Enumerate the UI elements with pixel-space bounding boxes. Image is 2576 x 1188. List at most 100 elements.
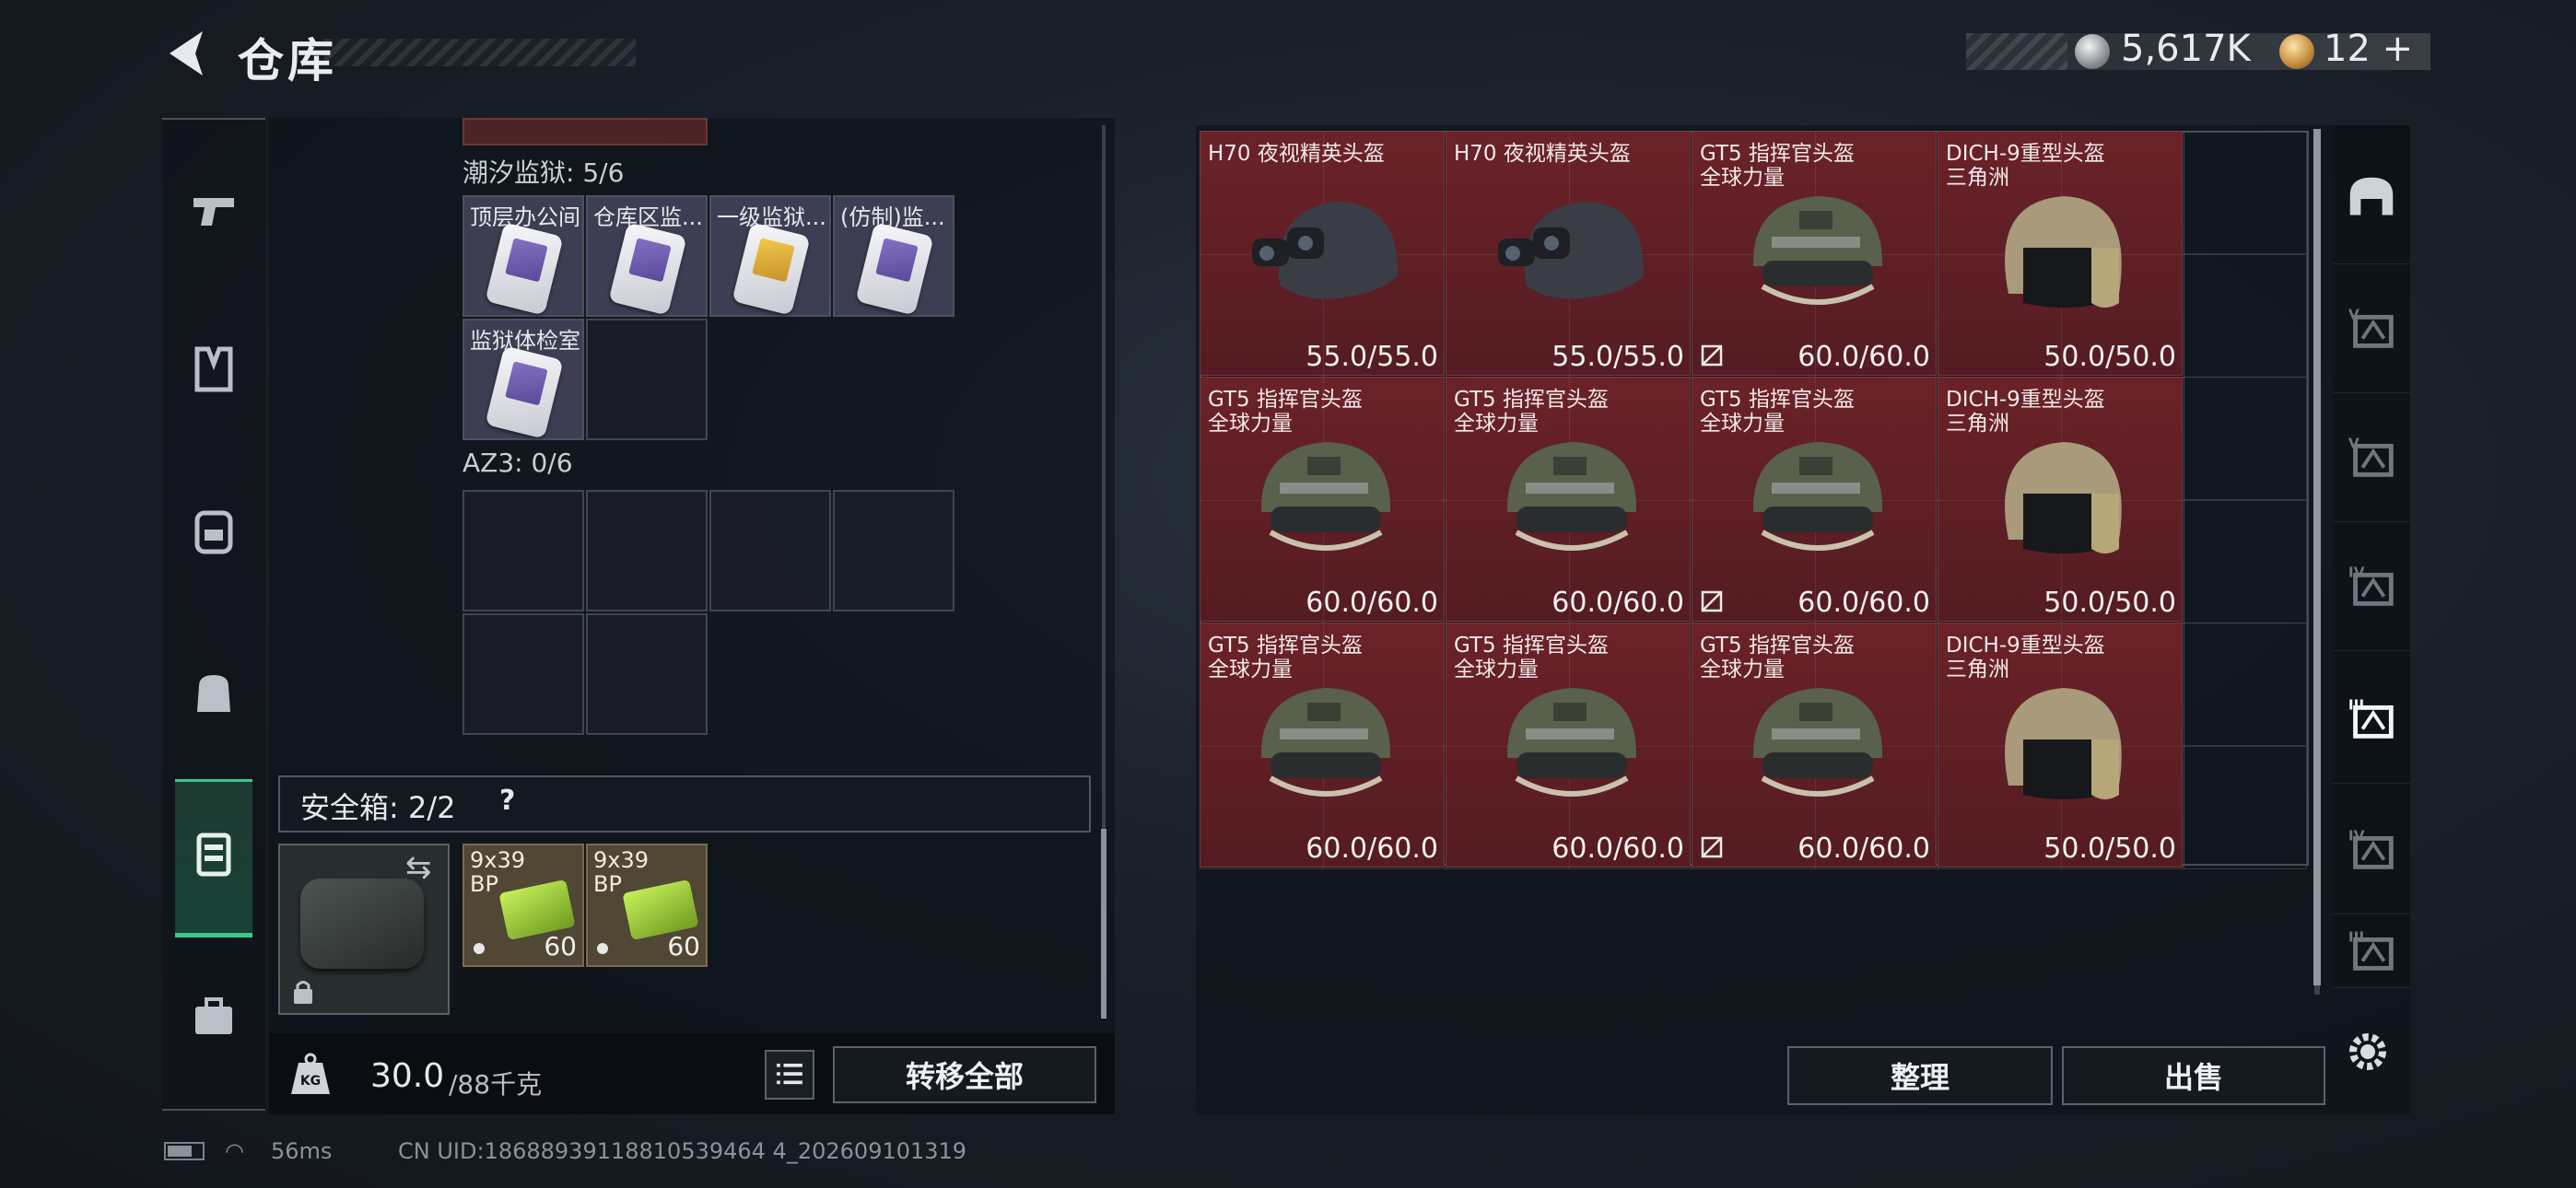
helmet-item[interactable]: GT5 指挥官头盔 全球力量 60.0/60.0 <box>1692 623 1937 868</box>
help-icon[interactable]: ? <box>499 785 515 817</box>
key-card-icon <box>485 345 564 439</box>
helmet-name: H70 夜视精英头盔 <box>1454 142 1631 166</box>
stash-filter-tab[interactable]: IV <box>2333 785 2410 914</box>
svg-text:V: V <box>2348 306 2359 322</box>
category-safebox[interactable] <box>162 785 265 923</box>
list-view-button[interactable] <box>765 1050 814 1100</box>
helmet-item[interactable]: GT5 指挥官头盔 全球力量 60.0/60.0 <box>1446 623 1691 868</box>
empty-slot[interactable] <box>463 613 584 735</box>
ammo-caliber: 9x39 <box>593 847 650 873</box>
helmet-brand: 全球力量 <box>1454 412 1539 436</box>
key-card-slot[interactable]: 监狱体检室 <box>463 319 584 440</box>
category-vest[interactable] <box>162 300 265 438</box>
helmet-name: H70 夜视精英头盔 <box>1208 142 1385 166</box>
helmet-item[interactable]: GT5 指挥官头盔 全球力量 60.0/60.0 <box>1200 377 1445 622</box>
helmet-item[interactable]: GT5 指挥官头盔 全球力量 60.0/60.0 <box>1692 131 1937 376</box>
helmet-gt5-icon <box>1752 442 1883 551</box>
helmet-item[interactable]: H70 夜视精英头盔 55.0/55.0 <box>1446 131 1691 376</box>
svg-text:V: V <box>2348 435 2359 451</box>
container-scroll-thumb[interactable] <box>1101 829 1107 1019</box>
empty-slot[interactable] <box>586 613 708 735</box>
stash-filter-tab[interactable]: III <box>2333 914 2410 988</box>
helmet-dich-icon <box>2005 442 2122 553</box>
empty-slot[interactable] <box>709 490 831 611</box>
category-bag[interactable] <box>162 623 265 761</box>
helmet-dich-icon <box>2005 688 2122 799</box>
helmet-gt5-icon <box>1506 442 1637 551</box>
helmet-dich-icon <box>2005 196 2122 308</box>
back-arrow-icon[interactable] <box>162 28 208 79</box>
key-card-slot[interactable]: (仿制)监... <box>833 195 954 317</box>
sort-button[interactable]: 整理 <box>1787 1046 2053 1105</box>
stash-scroll-thumb[interactable] <box>2313 129 2321 985</box>
key-card-slot[interactable]: 一级监狱... <box>709 195 831 317</box>
helmet-durability: 60.0/60.0 <box>1551 833 1684 865</box>
empty-slot[interactable] <box>586 319 708 440</box>
category-toolbox[interactable] <box>162 947 265 1085</box>
previous-item-slot[interactable] <box>463 118 708 146</box>
category-backpack[interactable] <box>162 460 265 599</box>
stash-filter-tab[interactable]: V <box>2333 392 2410 522</box>
helmet-item[interactable]: DICH-9重型头盔 三角洲 50.0/50.0 <box>1938 131 2183 376</box>
no-trade-icon <box>1701 590 1723 612</box>
helmet-item[interactable]: GT5 指挥官头盔 全球力量 60.0/60.0 <box>1446 377 1691 622</box>
currency-gold-amount[interactable]: 12 + <box>2324 28 2413 70</box>
currency-silver-amount: 5,617K <box>2121 28 2251 70</box>
helmet-nvg-icon <box>1498 202 1645 299</box>
empty-stash-cell[interactable] <box>2184 131 2307 254</box>
v-helmet-filter-icon-2: V <box>2348 435 2394 477</box>
empty-stash-cell[interactable] <box>2184 499 2307 623</box>
helmet-brand: 全球力量 <box>1700 166 1785 190</box>
stash-filter-tab[interactable]: III <box>2333 654 2410 784</box>
transfer-all-button[interactable]: 转移全部 <box>833 1046 1096 1103</box>
key-card-slot[interactable]: 顶层办公间 <box>463 195 584 317</box>
key-card-icon <box>855 222 934 316</box>
empty-slot[interactable] <box>586 490 708 611</box>
helmet-gt5-icon <box>1506 688 1637 797</box>
empty-slot[interactable] <box>833 490 954 611</box>
ammo-slot[interactable]: 9x39 BP 60 <box>586 844 708 967</box>
helmet-durability: 60.0/60.0 <box>1306 833 1438 865</box>
helmet-nvg-icon <box>1252 202 1399 299</box>
helmet-durability: 60.0/60.0 <box>1797 341 1930 373</box>
helmet-item[interactable]: DICH-9重型头盔 三角洲 50.0/50.0 <box>1938 623 2183 868</box>
category-weapons[interactable] <box>162 142 265 280</box>
key-card-icon <box>608 222 687 316</box>
helmet-item[interactable]: H70 夜视精英头盔 55.0/55.0 <box>1200 131 1445 376</box>
weight-kg-icon: KG <box>291 1053 330 1094</box>
ammo-quantity: 60 <box>667 931 700 961</box>
sell-button[interactable]: 出售 <box>2062 1046 2325 1105</box>
wifi-icon: ◠ <box>225 1138 244 1164</box>
ammo-quantity: 60 <box>544 931 577 961</box>
stash-filter-tab[interactable]: V <box>2333 263 2410 393</box>
ammo-slot[interactable]: 9x39 BP 60 <box>463 844 584 967</box>
key-card-name: 顶层办公间 <box>470 204 580 230</box>
empty-stash-cell[interactable] <box>2184 253 2307 378</box>
az3-label: AZ3: 0/6 <box>463 448 573 478</box>
helmet-brand: 全球力量 <box>1454 658 1539 681</box>
empty-stash-cell[interactable] <box>2184 623 2307 746</box>
battery-icon <box>164 1142 205 1160</box>
stash-filter-tab[interactable] <box>2333 134 2410 264</box>
helmet-item[interactable]: GT5 指挥官头盔 全球力量 60.0/60.0 <box>1692 377 1937 622</box>
helmet-item[interactable]: DICH-9重型头盔 三角洲 50.0/50.0 <box>1938 377 2183 622</box>
helmet-item[interactable]: GT5 指挥官头盔 全球力量 60.0/60.0 <box>1200 623 1445 868</box>
svg-text:IV: IV <box>2348 564 2365 580</box>
safe-box-label: 安全箱: 2/2 <box>300 790 456 825</box>
helmet-durability: 55.0/55.0 <box>1306 341 1438 373</box>
swap-icon[interactable]: ⇆ <box>405 849 432 886</box>
backpack-icon <box>194 510 233 554</box>
pistol-icon <box>193 198 234 226</box>
empty-stash-cell[interactable] <box>2184 745 2307 869</box>
helmet-durability: 50.0/50.0 <box>2043 341 2176 373</box>
helmet-durability: 60.0/60.0 <box>1797 587 1930 619</box>
helmet-durability: 60.0/60.0 <box>1551 587 1684 619</box>
empty-slot[interactable] <box>463 490 584 611</box>
gear-icon[interactable] <box>2340 1024 2395 1079</box>
helmet-brand: 三角洲 <box>1946 166 2009 190</box>
key-card-slot[interactable]: 仓库区监... <box>586 195 708 317</box>
svg-text:IV: IV <box>2348 827 2365 844</box>
helmet-durability: 50.0/50.0 <box>2043 587 2176 619</box>
stash-filter-tab[interactable]: IV <box>2333 521 2410 651</box>
empty-stash-cell[interactable] <box>2184 377 2307 500</box>
